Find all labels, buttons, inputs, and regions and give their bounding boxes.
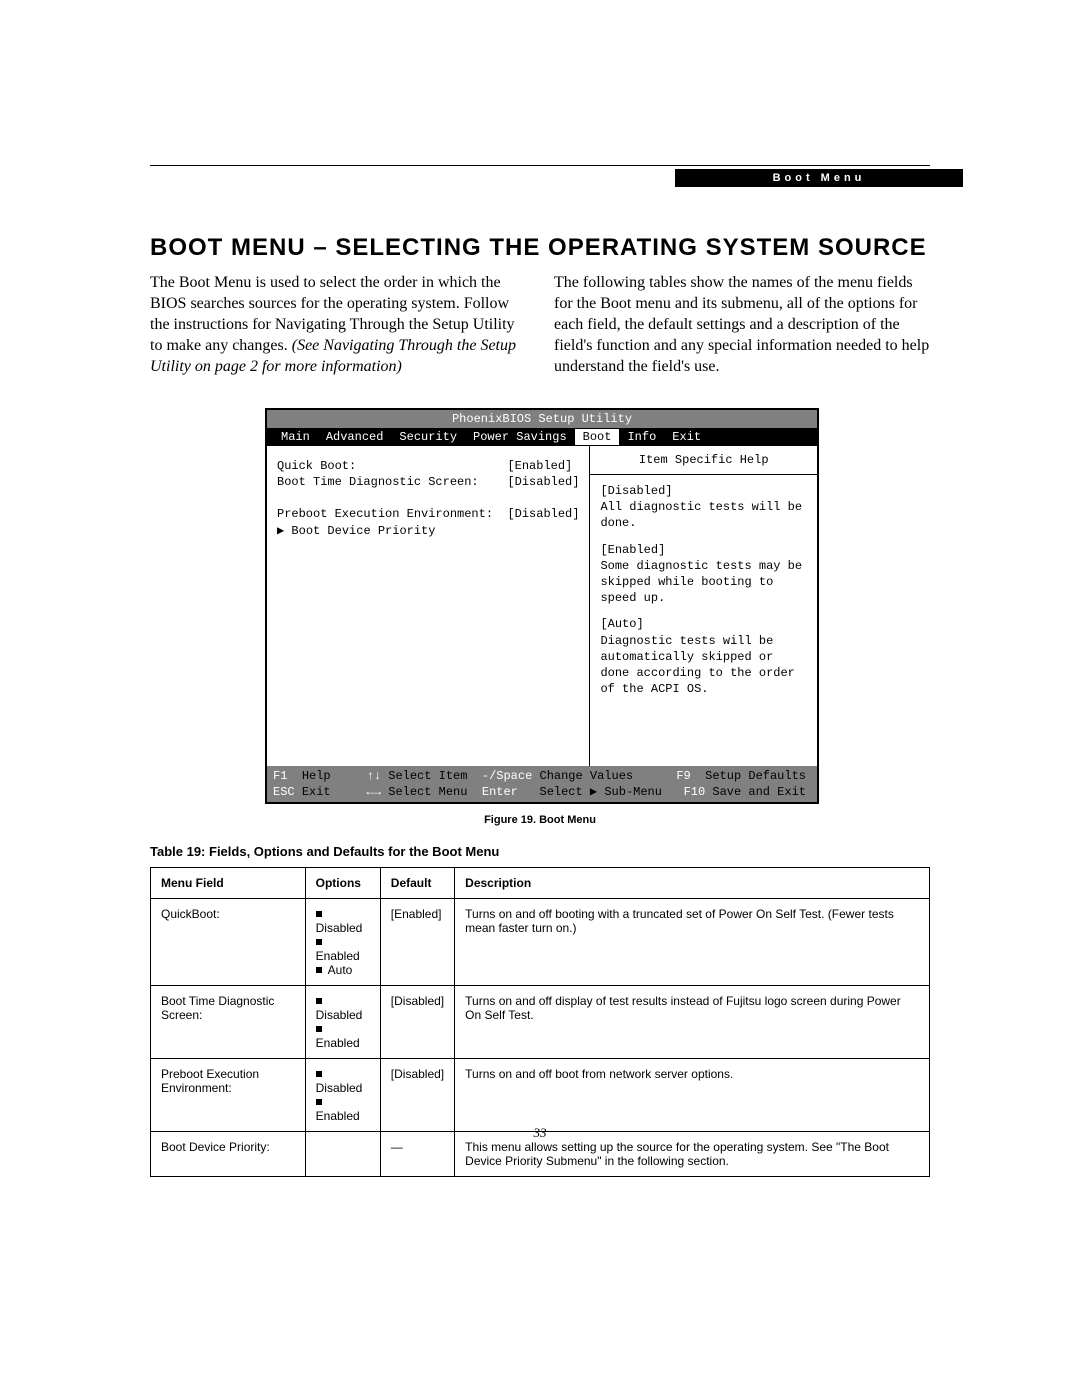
bios-lbl-selmenu: Select Menu: [388, 784, 467, 800]
cell-field: QuickBoot:: [151, 899, 306, 986]
table-header-cell: Menu Field: [151, 868, 306, 899]
bios-help-paragraph: [Auto] Diagnostic tests will be automati…: [600, 616, 807, 697]
bios-screen: PhoenixBIOS Setup Utility MainAdvancedSe…: [265, 408, 819, 805]
cell-description: Turns on and off booting with a truncate…: [455, 899, 930, 986]
bios-tab: Security: [391, 429, 465, 445]
bios-help-paragraph: [Disabled] All diagnostic tests will be …: [600, 483, 807, 532]
bios-key-f1: F1: [273, 768, 287, 784]
bios-field-row: ▶ Boot Device Priority: [277, 523, 579, 539]
bios-field-value: [Enabled]: [507, 458, 572, 474]
bios-left-pane: Quick Boot: [Enabled]Boot Time Diagnosti…: [267, 446, 590, 766]
table-row: Boot Time Diagnostic Screen:DisabledEnab…: [151, 986, 930, 1059]
header-rule: [150, 165, 930, 166]
bios-field-label: Boot Time Diagnostic Screen:: [277, 474, 507, 490]
bios-field-row: Preboot Execution Environment: [Disabled…: [277, 506, 579, 522]
bios-field-row: Quick Boot: [Enabled]: [277, 458, 579, 474]
bios-body: Quick Boot: [Enabled]Boot Time Diagnosti…: [267, 446, 817, 766]
bios-field-label: Quick Boot:: [277, 458, 507, 474]
bios-lbl-change: Change Values: [540, 768, 634, 784]
cell-default: [Disabled]: [380, 986, 454, 1059]
bios-tab: Info: [619, 429, 664, 445]
bios-lbl-exit: Exit: [302, 784, 331, 800]
bios-key-updown: ↑↓: [367, 768, 381, 784]
option-item: Disabled: [316, 1067, 370, 1095]
header-block: Boot Menu: [150, 170, 930, 190]
intro-col-right: The following tables show the names of t…: [554, 272, 930, 378]
page-number: 33: [150, 1125, 930, 1141]
bios-field-label: [277, 490, 284, 506]
table-header-cell: Description: [455, 868, 930, 899]
intro-col-left: The Boot Menu is used to select the orde…: [150, 272, 526, 378]
option-item: Auto: [316, 963, 370, 977]
bios-field-row: [277, 490, 579, 506]
bios-key-f9: F9: [676, 768, 690, 784]
bios-help-body: [Disabled] All diagnostic tests will be …: [590, 475, 817, 766]
table-header-row: Menu FieldOptionsDefaultDescription: [151, 868, 930, 899]
option-item: Disabled: [316, 907, 370, 935]
bios-help-paragraph: [Enabled] Some diagnostic tests may be s…: [600, 542, 807, 607]
bios-field-value: [Disabled]: [507, 474, 579, 490]
bios-tab: Exit: [664, 429, 709, 445]
cell-default: [Disabled]: [380, 1059, 454, 1132]
bios-tabs: MainAdvancedSecurityPower SavingsBootInf…: [267, 428, 817, 446]
option-item: Enabled: [316, 935, 370, 963]
bios-key-lr: ←→: [367, 784, 381, 800]
table-row: QuickBoot:DisabledEnabledAuto[Enabled]Tu…: [151, 899, 930, 986]
option-item: Enabled: [316, 1095, 370, 1123]
bios-right-pane: Item Specific Help [Disabled] All diagno…: [590, 446, 817, 766]
cell-options: DisabledEnabled: [305, 1059, 380, 1132]
bios-footer: F1 Help ↑↓ Select Item -/Space Change Va…: [267, 766, 817, 802]
bios-field-row: Boot Time Diagnostic Screen: [Disabled]: [277, 474, 579, 490]
option-item: Disabled: [316, 994, 370, 1022]
bios-field-label: ▶ Boot Device Priority: [277, 523, 507, 539]
option-item: Enabled: [316, 1022, 370, 1050]
bios-tab: Advanced: [318, 429, 392, 445]
bios-lbl-help: Help: [302, 768, 331, 784]
section-tab: Boot Menu: [675, 169, 963, 187]
table-row: Preboot Execution Environment:DisabledEn…: [151, 1059, 930, 1132]
figure-caption: Figure 19. Boot Menu: [150, 814, 930, 826]
table-header-cell: Default: [380, 868, 454, 899]
cell-options: DisabledEnabled: [305, 986, 380, 1059]
bios-key-space: -/Space: [482, 768, 532, 784]
bios-lbl-sub: Select ▶ Sub-Menu: [540, 784, 662, 800]
bios-tab: Boot: [575, 429, 620, 445]
bios-lbl-selitem: Select Item: [388, 768, 467, 784]
cell-description: Turns on and off display of test results…: [455, 986, 930, 1059]
bios-lbl-setdef: Setup Defaults: [705, 768, 806, 784]
bios-title: PhoenixBIOS Setup Utility: [267, 410, 817, 428]
table-title: Table 19: Fields, Options and Defaults f…: [150, 844, 930, 859]
bios-field-label: Preboot Execution Environment:: [277, 506, 507, 522]
cell-field: Preboot Execution Environment:: [151, 1059, 306, 1132]
bios-field-value: [Disabled]: [507, 506, 579, 522]
cell-default: [Enabled]: [380, 899, 454, 986]
bios-help-title: Item Specific Help: [590, 446, 817, 475]
page-content: Boot Menu BOOT MENU – SELECTING THE OPER…: [150, 165, 930, 1177]
bios-figure: PhoenixBIOS Setup Utility MainAdvancedSe…: [265, 408, 815, 805]
intro-columns: The Boot Menu is used to select the orde…: [150, 272, 930, 378]
bios-key-enter: Enter: [482, 784, 518, 800]
bios-key-f10: F10: [684, 784, 706, 800]
bios-tab: Power Savings: [465, 429, 575, 445]
intro-text-right: The following tables show the names of t…: [554, 274, 929, 375]
bios-key-esc: ESC: [273, 784, 295, 800]
bios-tab: Main: [273, 429, 318, 445]
cell-options: DisabledEnabledAuto: [305, 899, 380, 986]
bios-lbl-save: Save and Exit: [712, 784, 806, 800]
table-header-cell: Options: [305, 868, 380, 899]
cell-description: Turns on and off boot from network serve…: [455, 1059, 930, 1132]
cell-field: Boot Time Diagnostic Screen:: [151, 986, 306, 1059]
page-title: BOOT MENU – SELECTING THE OPERATING SYST…: [150, 234, 930, 262]
